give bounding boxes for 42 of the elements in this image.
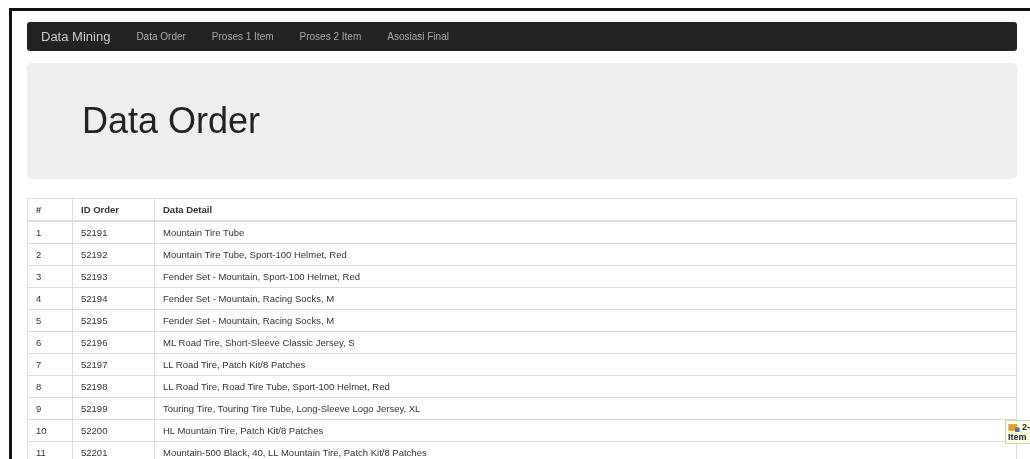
table-cell: 4 (27, 287, 73, 310)
table-cell: 9 (27, 397, 73, 420)
table-cell: Mountain Tire Tube (154, 221, 1017, 244)
table-cell: 8 (27, 375, 73, 398)
column-header: # (27, 198, 73, 221)
table-cell: 11 (27, 441, 73, 459)
nav-link[interactable]: Proses 2 Item (299, 31, 362, 42)
folder-icon (1008, 422, 1020, 432)
table-cell: 52199 (72, 397, 155, 420)
table-cell: Mountain Tire Tube, Sport-100 Helmet, Red (154, 243, 1017, 266)
table-cell: 52197 (72, 353, 155, 376)
nav-link[interactable]: Asosiasi Final (387, 31, 449, 42)
table-cell: 7 (27, 353, 73, 376)
table-cell: 52200 (72, 419, 155, 442)
table-cell: 6 (27, 331, 73, 354)
table-cell: 52195 (72, 309, 155, 332)
column-header: Data Detail (154, 198, 1017, 221)
table-cell: 5 (27, 309, 73, 332)
table-cell: Fender Set - Mountain, Racing Socks, M (154, 287, 1017, 310)
brand-link[interactable]: Data Mining (41, 29, 111, 44)
page-title: Data Order (82, 100, 261, 142)
nav-link[interactable]: Data Order (136, 31, 186, 42)
table-cell: LL Road Tire, Road Tire Tube, Sport-100 Helmet, Red (154, 375, 1017, 398)
table-cell: 52193 (72, 265, 155, 288)
table-cell: 2 (27, 243, 73, 266)
table-cell: 52191 (72, 221, 155, 244)
tooltip-text: Item (1008, 432, 1028, 442)
table-cell: 52196 (72, 331, 155, 354)
table-cell: 10 (27, 419, 73, 442)
table-cell: Fender Set - Mountain, Racing Socks, M (154, 309, 1017, 332)
table-cell: 52198 (72, 375, 155, 398)
nav-link[interactable]: Proses 1 Item (211, 31, 274, 42)
table-cell: Touring Tire, Touring Tire Tube, Long-Sleeve Logo Jersey, XL (154, 397, 1017, 420)
table-cell: LL Road Tire, Patch Kit/8 Patches (154, 353, 1017, 376)
table-cell: 3 (27, 265, 73, 288)
table-cell: Fender Set - Mountain, Sport-100 Helmet, Red (154, 265, 1017, 288)
tooltip-text: 2- (1022, 422, 1030, 432)
table-cell: 52192 (72, 243, 155, 266)
table-cell: ML Road Tire, Short-Sleeve Classic Jersey, S (154, 331, 1017, 354)
column-header: ID Order (72, 198, 155, 221)
table-cell: 52194 (72, 287, 155, 310)
table-cell: 1 (27, 221, 73, 244)
